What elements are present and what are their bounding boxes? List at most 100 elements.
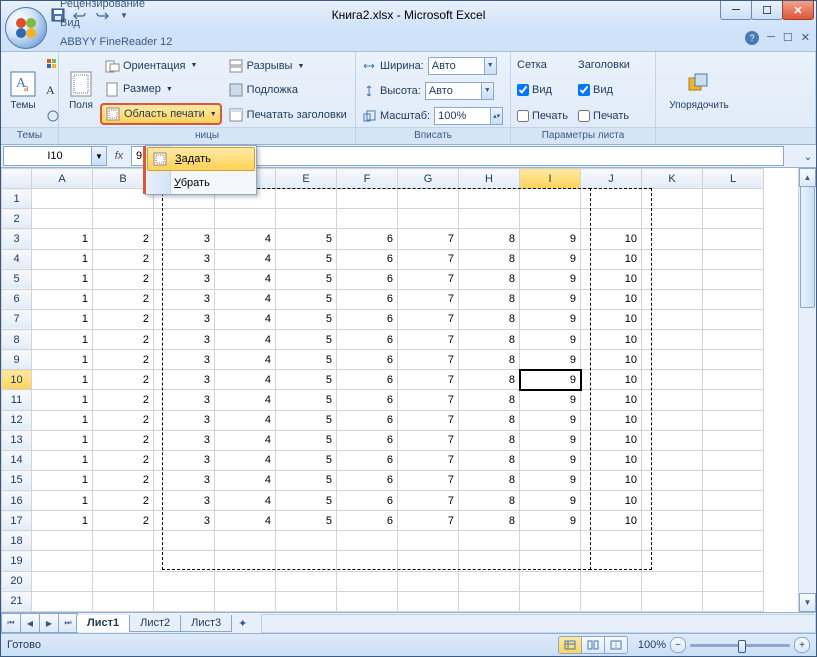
cell[interactable]: 5 bbox=[276, 430, 337, 450]
cell[interactable]: 6 bbox=[337, 450, 398, 470]
cell[interactable] bbox=[337, 571, 398, 591]
cell[interactable]: 4 bbox=[215, 269, 276, 289]
cell[interactable]: 1 bbox=[32, 410, 93, 430]
breaks-button[interactable]: Разрывы▼ bbox=[225, 57, 350, 75]
cell[interactable]: 9 bbox=[520, 330, 581, 350]
cell[interactable]: 9 bbox=[520, 470, 581, 490]
row-header-6[interactable]: 6 bbox=[2, 289, 32, 309]
cell[interactable]: 5 bbox=[276, 370, 337, 390]
row-header-11[interactable]: 11 bbox=[2, 390, 32, 410]
row-header-17[interactable]: 17 bbox=[2, 511, 32, 531]
cell[interactable]: 3 bbox=[154, 309, 215, 329]
cell[interactable]: 5 bbox=[276, 269, 337, 289]
cell[interactable]: 7 bbox=[398, 330, 459, 350]
cell[interactable]: 10 bbox=[581, 410, 642, 430]
cell[interactable] bbox=[642, 390, 703, 410]
close-button[interactable]: ✕ bbox=[782, 1, 814, 20]
cell[interactable]: 10 bbox=[581, 370, 642, 390]
row-header-16[interactable]: 16 bbox=[2, 491, 32, 511]
cell[interactable]: 4 bbox=[215, 430, 276, 450]
zoom-in-button[interactable]: + bbox=[794, 637, 810, 653]
cell[interactable]: 8 bbox=[459, 249, 520, 269]
cell[interactable] bbox=[398, 209, 459, 229]
tab-вид[interactable]: Вид bbox=[49, 13, 183, 32]
cell[interactable]: 1 bbox=[32, 470, 93, 490]
cell[interactable] bbox=[642, 289, 703, 309]
cell[interactable]: 7 bbox=[398, 470, 459, 490]
horizontal-scrollbar[interactable] bbox=[261, 614, 816, 633]
cell[interactable]: 10 bbox=[581, 229, 642, 249]
col-header-E[interactable]: E bbox=[276, 169, 337, 189]
cell[interactable] bbox=[642, 511, 703, 531]
cell[interactable] bbox=[93, 591, 154, 611]
row-header-14[interactable]: 14 bbox=[2, 450, 32, 470]
cell[interactable] bbox=[703, 430, 764, 450]
cell[interactable]: 5 bbox=[276, 410, 337, 430]
cell[interactable]: 4 bbox=[215, 511, 276, 531]
cell[interactable] bbox=[215, 531, 276, 551]
sheet-tab-Лист2[interactable]: Лист2 bbox=[129, 615, 181, 632]
cell[interactable]: 5 bbox=[276, 390, 337, 410]
cell[interactable]: 9 bbox=[520, 370, 581, 390]
cell[interactable]: 6 bbox=[337, 229, 398, 249]
cell[interactable]: 4 bbox=[215, 410, 276, 430]
size-button[interactable]: Размер▼ bbox=[101, 80, 221, 98]
cell[interactable] bbox=[459, 591, 520, 611]
expand-formula-button[interactable]: ⌄ bbox=[800, 150, 816, 163]
cell[interactable] bbox=[520, 571, 581, 591]
cell[interactable]: 4 bbox=[215, 309, 276, 329]
cell[interactable]: 4 bbox=[215, 450, 276, 470]
tab-рецензирование[interactable]: Рецензирование bbox=[49, 0, 183, 13]
cell[interactable] bbox=[581, 531, 642, 551]
sheet-tab-Лист3[interactable]: Лист3 bbox=[180, 615, 232, 632]
cell[interactable]: 4 bbox=[215, 370, 276, 390]
cell[interactable] bbox=[703, 551, 764, 571]
row-header-20[interactable]: 20 bbox=[2, 571, 32, 591]
col-header-F[interactable]: F bbox=[337, 169, 398, 189]
sheet-nav-first[interactable]: ⏮ bbox=[1, 613, 21, 633]
themes-button[interactable]: Aa Темы bbox=[7, 54, 39, 127]
cell[interactable] bbox=[337, 209, 398, 229]
cell[interactable]: 10 bbox=[581, 390, 642, 410]
cell[interactable]: 1 bbox=[32, 370, 93, 390]
cell[interactable] bbox=[32, 591, 93, 611]
cell[interactable] bbox=[337, 531, 398, 551]
cell[interactable] bbox=[337, 189, 398, 209]
cell[interactable]: 8 bbox=[459, 289, 520, 309]
cell[interactable] bbox=[398, 571, 459, 591]
cell[interactable]: 4 bbox=[215, 330, 276, 350]
cell[interactable]: 6 bbox=[337, 430, 398, 450]
cell[interactable] bbox=[337, 591, 398, 611]
cell[interactable]: 6 bbox=[337, 249, 398, 269]
cell[interactable] bbox=[703, 209, 764, 229]
cell[interactable]: 2 bbox=[93, 430, 154, 450]
cell[interactable]: 3 bbox=[154, 470, 215, 490]
cell[interactable]: 2 bbox=[93, 229, 154, 249]
cell[interactable]: 2 bbox=[93, 491, 154, 511]
cell[interactable] bbox=[32, 551, 93, 571]
cell[interactable] bbox=[93, 209, 154, 229]
cell[interactable]: 2 bbox=[93, 249, 154, 269]
cell[interactable]: 4 bbox=[215, 470, 276, 490]
cell[interactable] bbox=[32, 531, 93, 551]
cell[interactable]: 7 bbox=[398, 450, 459, 470]
cell[interactable]: 6 bbox=[337, 511, 398, 531]
cell[interactable] bbox=[703, 511, 764, 531]
vertical-scrollbar[interactable]: ▲ ▼ bbox=[798, 168, 816, 612]
help-button[interactable]: ? bbox=[745, 31, 759, 45]
cell[interactable] bbox=[459, 531, 520, 551]
cell[interactable]: 10 bbox=[581, 269, 642, 289]
cell[interactable]: 7 bbox=[398, 269, 459, 289]
cell[interactable] bbox=[276, 571, 337, 591]
view-normal-button[interactable] bbox=[559, 637, 582, 653]
cell[interactable] bbox=[520, 551, 581, 571]
cell[interactable]: 7 bbox=[398, 410, 459, 430]
cell[interactable]: 3 bbox=[154, 350, 215, 370]
minimize-button[interactable]: ─ bbox=[720, 1, 752, 20]
cell[interactable] bbox=[520, 189, 581, 209]
cell[interactable] bbox=[703, 309, 764, 329]
cell[interactable] bbox=[703, 470, 764, 490]
cell[interactable]: 10 bbox=[581, 430, 642, 450]
cell[interactable] bbox=[703, 450, 764, 470]
cell[interactable]: 10 bbox=[581, 491, 642, 511]
